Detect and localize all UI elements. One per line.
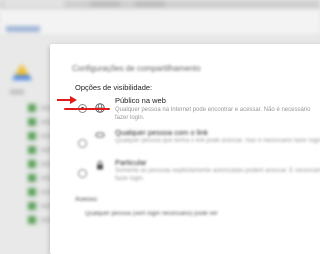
option-desc-link: Qualquer pessoa que tenha o link pode ac… bbox=[115, 138, 320, 144]
sharing-settings-dialog: Configurações de compartilhamento Opções… bbox=[50, 44, 320, 254]
file-icon bbox=[28, 118, 36, 126]
highlight-underline bbox=[64, 108, 110, 110]
file-icon bbox=[28, 104, 36, 112]
access-label: Acesso: bbox=[75, 196, 99, 203]
browser-tab bbox=[90, 1, 120, 7]
radio-link[interactable] bbox=[78, 139, 87, 148]
option-title-link: Qualquer pessoa com o link bbox=[115, 128, 208, 137]
search-input[interactable] bbox=[6, 26, 40, 32]
file-icon bbox=[28, 160, 36, 168]
option-desc-public: Qualquer pessoa na Internet pode encontr… bbox=[115, 107, 311, 121]
browser-tab bbox=[4, 1, 64, 7]
browser-bar bbox=[0, 0, 320, 9]
visibility-options-label: Opções de visibilidade: bbox=[75, 83, 153, 92]
browser-tab bbox=[135, 1, 165, 7]
link-icon bbox=[95, 132, 105, 138]
access-value[interactable]: Qualquer pessoa (sem login necessário) p… bbox=[85, 210, 295, 218]
option-title-public: Público na web bbox=[115, 96, 166, 105]
file-icon bbox=[28, 174, 36, 182]
file-icon bbox=[28, 132, 36, 140]
file-icon bbox=[28, 188, 36, 196]
lock-icon bbox=[97, 160, 103, 170]
drive-logo-icon bbox=[12, 64, 32, 80]
file-icon bbox=[28, 146, 36, 154]
option-desc-private: Somente as pessoas explicitamente autori… bbox=[115, 168, 320, 182]
radio-private[interactable] bbox=[78, 169, 87, 178]
red-arrow-icon bbox=[57, 96, 77, 104]
file-icon bbox=[28, 202, 36, 210]
visibility-option-private[interactable]: Particular Somente as pessoas explicitam… bbox=[50, 156, 320, 196]
option-title-private: Particular bbox=[115, 158, 147, 167]
sidebar-item[interactable] bbox=[10, 90, 24, 94]
file-icon bbox=[28, 216, 36, 224]
dialog-title: Configurações de compartilhamento bbox=[72, 64, 201, 73]
app-header bbox=[0, 9, 320, 36]
